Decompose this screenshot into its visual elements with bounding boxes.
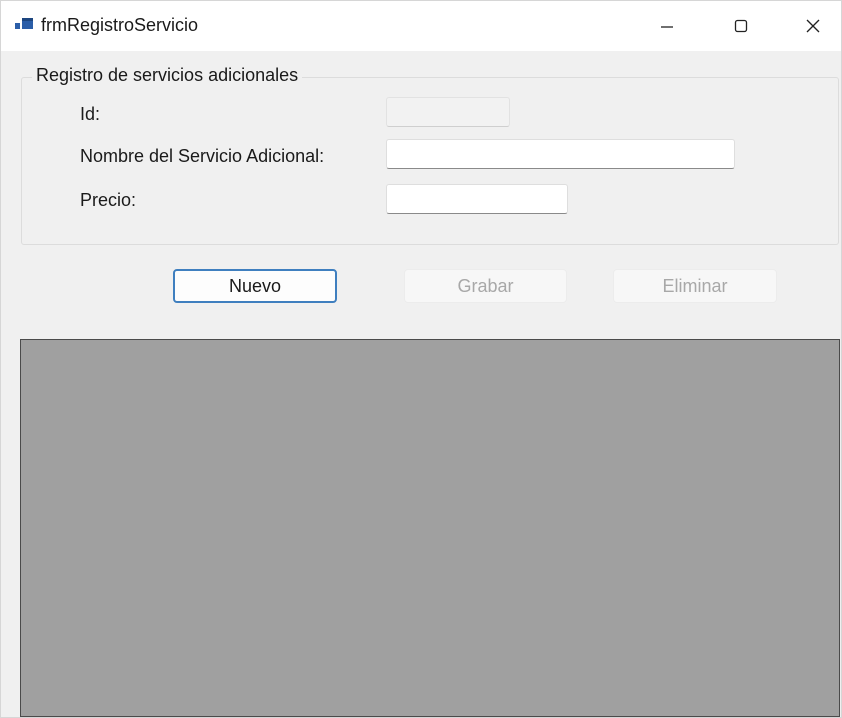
grabar-button[interactable]: Grabar	[404, 269, 567, 303]
groupbox-title: Registro de servicios adicionales	[32, 65, 303, 86]
close-button[interactable]	[783, 1, 842, 51]
window-title: frmRegistroServicio	[41, 15, 199, 35]
maximize-button[interactable]	[711, 1, 771, 51]
close-icon	[806, 19, 820, 33]
eliminar-button[interactable]: Eliminar	[613, 269, 777, 303]
title-bar[interactable]: frmRegistroServicio	[1, 1, 841, 51]
servicios-data-grid[interactable]	[20, 339, 840, 717]
nuevo-button[interactable]: Nuevo	[173, 269, 337, 303]
form-window: frmRegistroServicio Registro de servicio…	[0, 0, 842, 718]
nombre-servicio-field[interactable]	[386, 139, 735, 169]
app-window-icon	[15, 18, 33, 29]
precio-label: Precio:	[80, 190, 137, 210]
id-label: Id:	[80, 104, 101, 124]
maximize-icon	[734, 19, 748, 33]
id-field	[386, 97, 510, 127]
precio-field[interactable]	[386, 184, 568, 214]
minimize-button[interactable]	[637, 1, 697, 51]
nombre-label: Nombre del Servicio Adicional:	[80, 146, 325, 166]
minimize-icon	[661, 26, 673, 28]
